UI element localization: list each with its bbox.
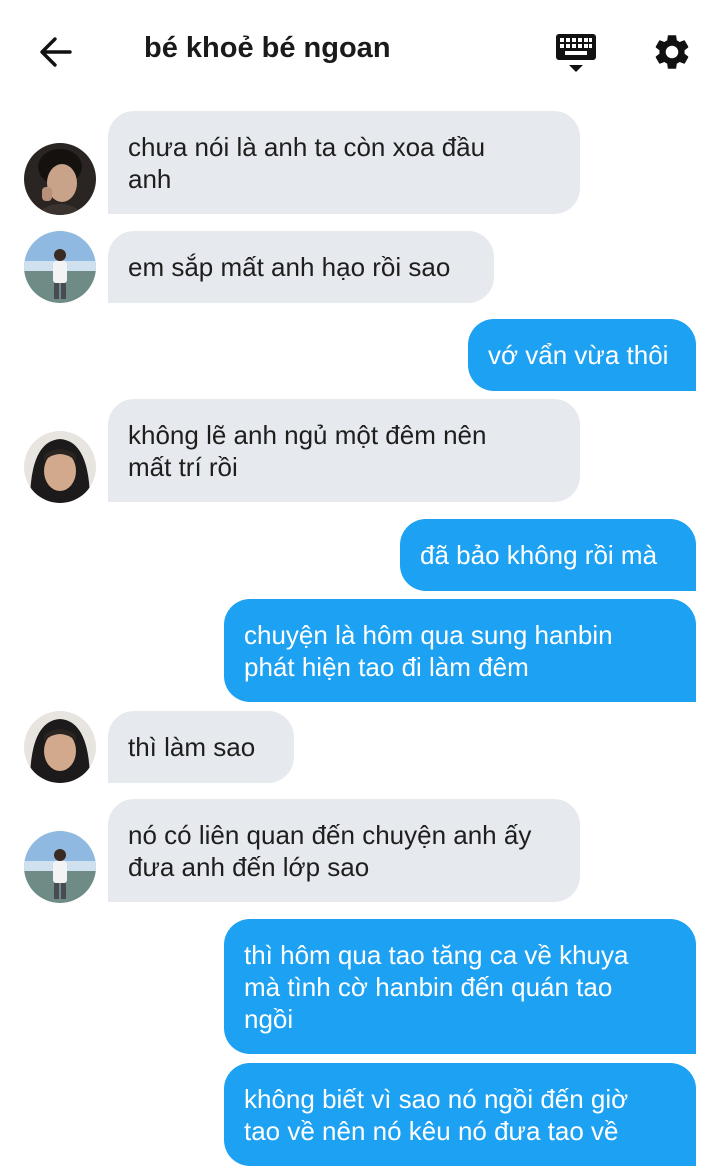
message-text: chưa nói là anh ta còn xoa đầu anh bbox=[128, 131, 486, 194]
sent-message[interactable]: thì hôm qua tao tăng ca về khuya mà tình… bbox=[224, 919, 696, 1054]
message-text: thì làm sao bbox=[128, 732, 256, 762]
avatar-photo bbox=[24, 831, 96, 903]
keyboard-icon[interactable] bbox=[555, 32, 597, 76]
message-text: nó có liên quan đến chuyện anh ấy đưa an… bbox=[128, 819, 532, 882]
message-text: chuyện là hôm qua sung hanbin phát hiện … bbox=[244, 619, 613, 682]
gear-icon[interactable] bbox=[651, 31, 693, 73]
message-text: không biết vì sao nó ngồi đến giờ tao về… bbox=[244, 1083, 629, 1146]
received-message[interactable]: thì làm sao bbox=[108, 711, 294, 783]
avatar-photo bbox=[24, 231, 96, 303]
message-text: đã bảo không rồi mà bbox=[420, 540, 658, 570]
avatar[interactable] bbox=[24, 831, 96, 903]
avatar-photo bbox=[24, 143, 96, 215]
message-text: thì hôm qua tao tăng ca về khuya mà tình… bbox=[244, 939, 629, 1034]
message-text: vớ vẩn vừa thôi bbox=[488, 340, 669, 370]
received-message[interactable]: chưa nói là anh ta còn xoa đầu anh bbox=[108, 111, 580, 214]
sent-message[interactable]: không biết vì sao nó ngồi đến giờ tao về… bbox=[224, 1063, 696, 1166]
avatar-photo bbox=[24, 711, 96, 783]
avatar[interactable] bbox=[24, 431, 96, 503]
avatar[interactable] bbox=[24, 711, 96, 783]
message-text: em sắp mất anh hạo rồi sao bbox=[128, 252, 451, 282]
received-message[interactable]: nó có liên quan đến chuyện anh ấy đưa an… bbox=[108, 799, 580, 902]
received-message[interactable]: không lẽ anh ngủ một đêm nên mất trí rồi bbox=[108, 399, 580, 502]
chat-header: bé khoẻ bé ngoan bbox=[0, 0, 720, 104]
avatar[interactable] bbox=[24, 143, 96, 215]
avatar-photo bbox=[24, 431, 96, 503]
avatar[interactable] bbox=[24, 231, 96, 303]
message-text: không lẽ anh ngủ một đêm nên mất trí rồi bbox=[128, 419, 487, 482]
chat-title: bé khoẻ bé ngoan bbox=[144, 32, 391, 64]
received-message[interactable]: em sắp mất anh hạo rồi sao bbox=[108, 231, 494, 303]
sent-message[interactable]: đã bảo không rồi mà bbox=[400, 519, 696, 591]
arrow-left-icon[interactable] bbox=[38, 34, 74, 70]
sent-message[interactable]: vớ vẩn vừa thôi bbox=[468, 319, 696, 391]
sent-message[interactable]: chuyện là hôm qua sung hanbin phát hiện … bbox=[224, 599, 696, 702]
